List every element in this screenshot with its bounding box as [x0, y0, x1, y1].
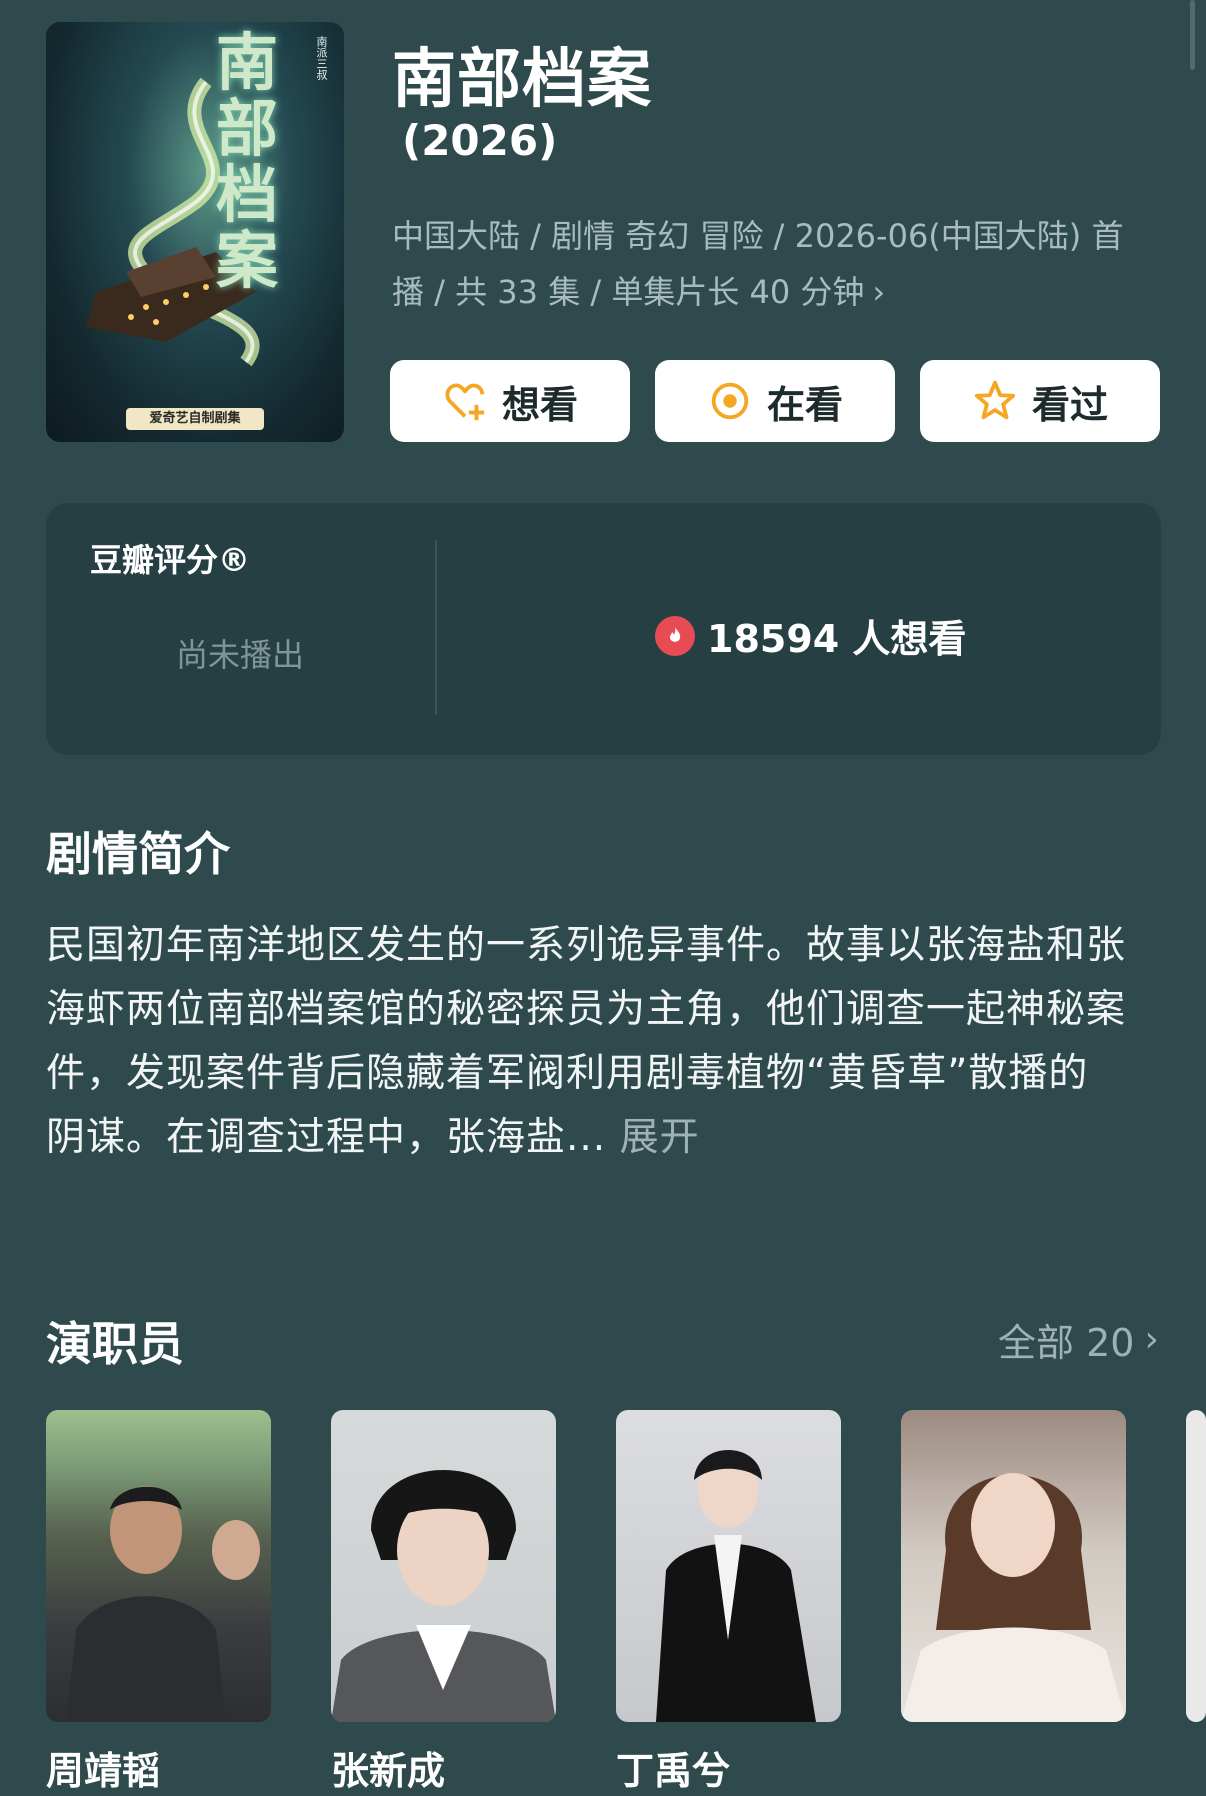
expand-link[interactable]: 展开: [620, 1115, 700, 1160]
poster-badge: 爱奇艺自制剧集: [126, 408, 264, 430]
cast-name-3: 丁禹兮: [616, 1749, 731, 1793]
watching-button[interactable]: 在看: [655, 360, 895, 442]
show-meta[interactable]: 中国大陆 / 剧情 奇幻 冒险 / 2026-06(中国大陆) 首 播 / 共 …: [392, 208, 1152, 320]
heart-plus-icon: [445, 383, 485, 421]
chevron-right-icon: ›: [1144, 1319, 1159, 1360]
cast-photo-1[interactable]: [46, 1410, 271, 1722]
cast-heading: 演职员: [46, 1317, 184, 1371]
cast-name-1: 周靖韬: [46, 1749, 161, 1793]
poster-image[interactable]: 南部档案 南派三叔 爱奇艺自制剧集: [46, 22, 344, 442]
watched-button[interactable]: 看过: [920, 360, 1160, 442]
chevron-right-icon: ›: [872, 273, 886, 311]
show-year: (2026): [402, 116, 558, 165]
cast-photo-2[interactable]: [331, 1410, 556, 1722]
wish-count[interactable]: 18594 人想看: [655, 608, 966, 663]
synopsis-text: 民国初年南洋地区发生的一系列诡异事件。故事以张海盐和张海虾两位南部档案馆的秘密探…: [46, 914, 1126, 1170]
cast-photo-4[interactable]: [901, 1410, 1126, 1722]
record-icon: [711, 382, 749, 420]
cast-all-link[interactable]: 全部 20 ›: [998, 1312, 1159, 1367]
show-title: 南部档案: [392, 43, 652, 117]
synopsis-body: 民国初年南洋地区发生的一系列诡异事件。故事以张海盐和张海虾两位南部档案馆的秘密探…: [46, 923, 1127, 1160]
cast-photo-5-partial[interactable]: [1186, 1410, 1206, 1722]
scrollbar[interactable]: [1190, 0, 1195, 70]
cast-photo-3[interactable]: [616, 1410, 841, 1722]
rating-status: 尚未播出: [176, 636, 305, 674]
star-icon: [974, 380, 1016, 420]
poster-subtitle: 南派三叔: [315, 36, 328, 80]
want-label: 想看: [501, 382, 578, 427]
watching-label: 在看: [766, 382, 843, 427]
meta-line-2: 播 / 共 33 集 / 单集片长 40 分钟: [392, 273, 865, 311]
rating-divider: [435, 540, 437, 715]
watched-label: 看过: [1031, 382, 1108, 427]
want-button[interactable]: 想看: [390, 360, 630, 442]
cast-all-label: 全部 20: [998, 1321, 1135, 1365]
meta-line-1: 中国大陆 / 剧情 奇幻 冒险 / 2026-06(中国大陆) 首: [392, 217, 1124, 255]
flame-icon: [655, 615, 695, 656]
cast-name-2: 张新成: [331, 1749, 446, 1793]
poster-title-art: 南部档案: [216, 26, 278, 297]
rating-brand: 豆瓣评分®: [90, 541, 251, 579]
synopsis-heading: 剧情简介: [46, 827, 230, 881]
wish-count-label: 18594 人想看: [707, 617, 967, 661]
